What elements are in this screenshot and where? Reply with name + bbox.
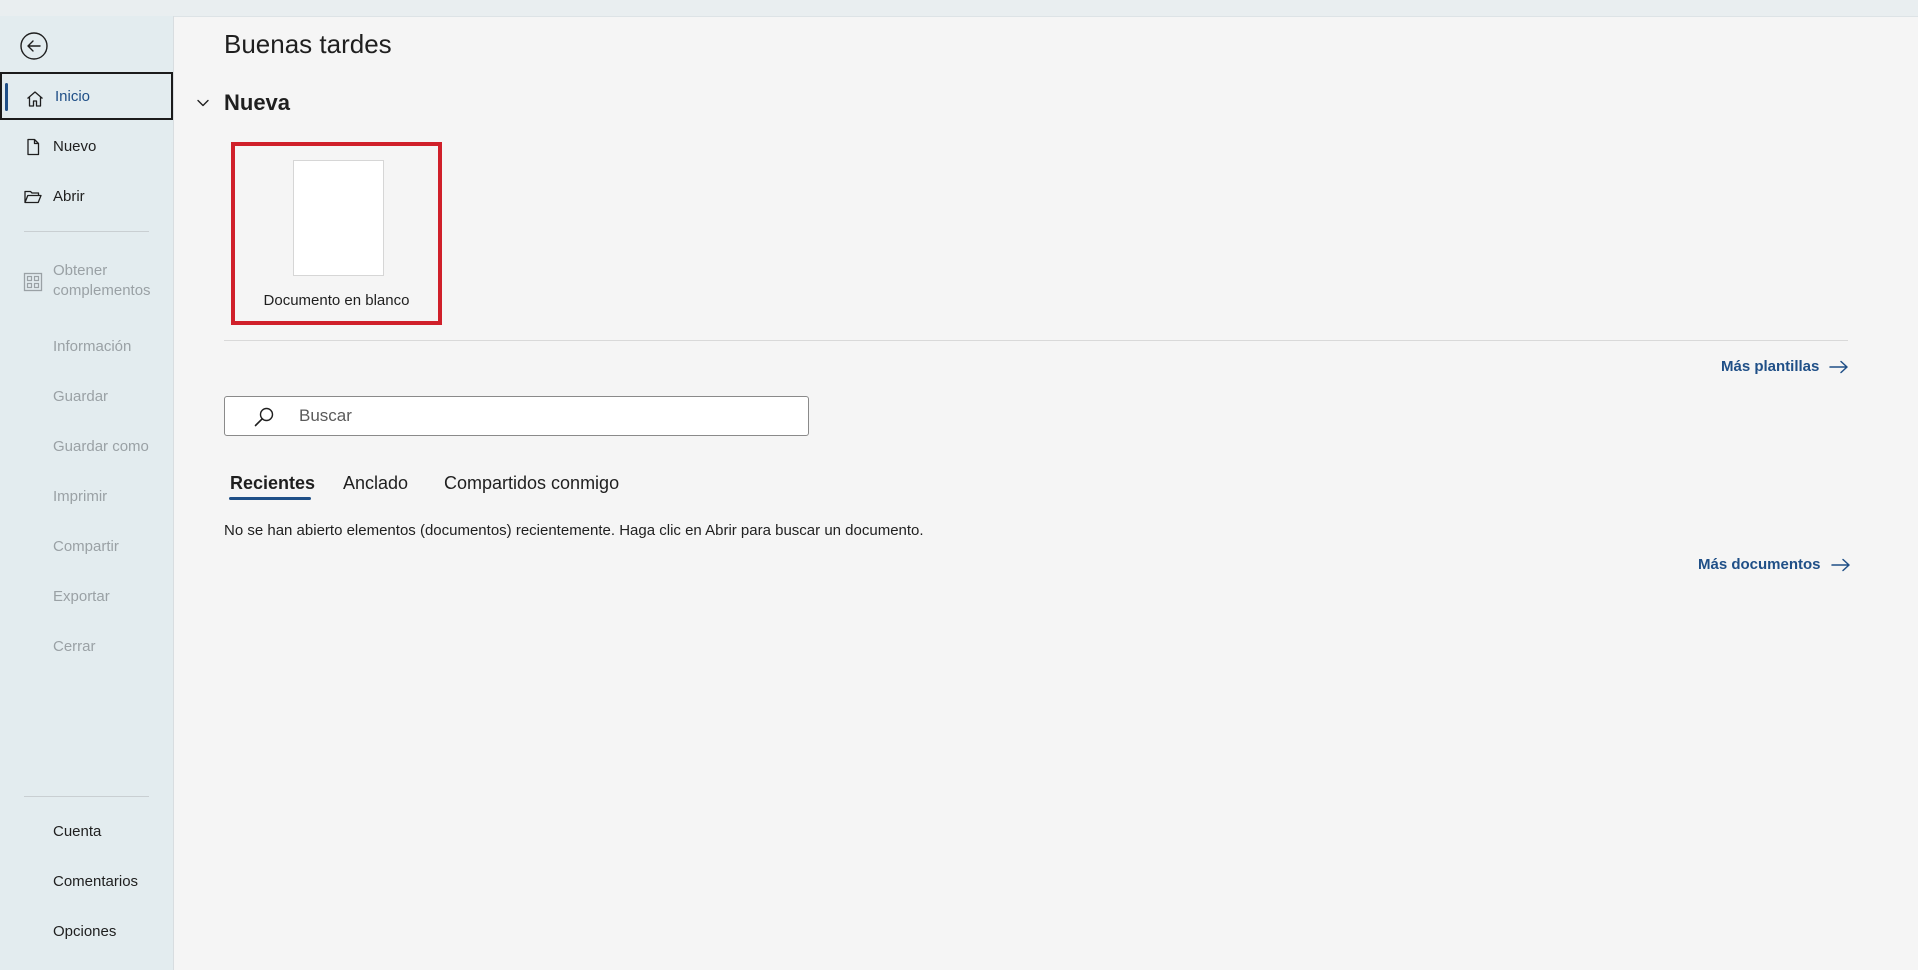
template-label: Documento en blanco [263,292,410,309]
more-templates-link[interactable]: Más plantillas [1721,358,1849,375]
sidebar-item-obtener-complementos[interactable]: Obtener complementos [0,252,173,318]
search-box[interactable] [224,396,809,436]
sidebar-item-label: Opciones [53,922,117,940]
sidebar-item-cerrar[interactable]: Cerrar [0,622,173,670]
sidebar-item-label: Cuenta [53,822,102,840]
sidebar-item-label: Imprimir [53,487,108,505]
sidebar-item-label: Compartir [53,537,119,555]
section-title: Nueva [224,90,291,115]
sidebar-divider [24,796,149,797]
sidebar-item-informacion[interactable]: Información [0,322,173,370]
sidebar-item-label: Nuevo [53,137,97,155]
chevron-down-icon [197,99,209,107]
sidebar-item-guardar-como[interactable]: Guardar como [0,422,173,470]
sidebar-item-abrir[interactable]: Abrir [0,172,173,220]
arrow-right-icon [1830,558,1850,571]
new-document-icon [22,136,44,158]
section-collapse-toggle[interactable] [194,94,212,112]
sidebar-item-compartir[interactable]: Compartir [0,522,173,570]
title-bar-strip [0,0,1918,17]
add-ins-grid-icon [22,271,44,293]
section-divider [224,340,1848,341]
more-templates-label: Más plantillas [1721,358,1820,375]
more-documents-link[interactable]: Más documentos [1698,556,1851,573]
sidebar-item-inicio[interactable]: Inicio [0,72,173,120]
backstage-sidebar: Inicio Nuevo Abrir Obtener complementos … [0,16,174,970]
tab-anclado[interactable]: Anclado [343,473,408,494]
sidebar-item-label: Exportar [53,587,110,605]
tab-compartidos-conmigo[interactable]: Compartidos conmigo [444,473,619,494]
sidebar-item-label: Información [53,337,132,355]
back-arrow-icon [20,32,48,60]
sidebar-item-imprimir[interactable]: Imprimir [0,472,173,520]
sidebar-item-opciones[interactable]: Opciones [0,907,173,955]
sidebar-item-cuenta[interactable]: Cuenta [0,807,173,855]
sidebar-item-label: Guardar como [53,437,149,455]
sidebar-item-label: Comentarios [53,872,139,890]
search-input[interactable] [299,397,779,435]
sidebar-item-label: Abrir [53,187,85,205]
search-icon [254,407,274,427]
empty-recent-message: No se han abierto elementos (documentos)… [224,522,924,539]
sidebar-divider [24,231,149,232]
page-title: Buenas tardes [224,29,392,59]
folder-open-icon [22,186,44,208]
sidebar-item-nuevo[interactable]: Nuevo [0,122,173,170]
back-button[interactable] [19,31,49,61]
sidebar-item-guardar[interactable]: Guardar [0,372,173,420]
active-tab-indicator [229,497,311,500]
sidebar-item-exportar[interactable]: Exportar [0,572,173,620]
sidebar-item-label: Obtener complementos [53,262,151,299]
blank-document-template[interactable]: Documento en blanco [231,142,442,325]
home-icon [24,88,46,110]
sidebar-item-comentarios[interactable]: Comentarios [0,857,173,905]
sidebar-item-label: Guardar [53,387,109,405]
arrow-right-icon [1829,360,1849,373]
sidebar-item-label: Cerrar [53,637,96,655]
more-documents-label: Más documentos [1698,556,1821,573]
tab-recientes[interactable]: Recientes [230,473,315,494]
sidebar-item-label: Inicio [55,87,91,105]
template-thumbnail [293,160,384,276]
